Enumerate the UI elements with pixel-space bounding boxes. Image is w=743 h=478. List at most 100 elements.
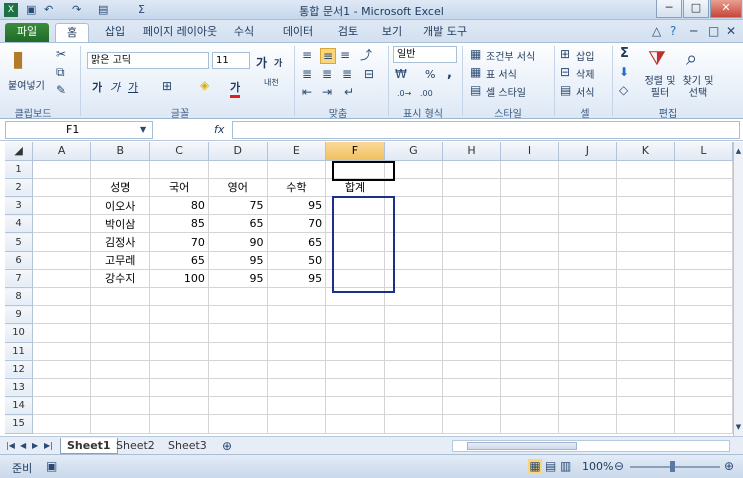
cell[interactable] (32, 232, 92, 252)
cell[interactable] (442, 196, 502, 216)
cell[interactable] (674, 160, 733, 179)
cell[interactable] (500, 378, 559, 398)
cell[interactable]: 65 (149, 251, 209, 270)
cell[interactable] (616, 287, 675, 307)
align-middle-icon[interactable]: ≡ (320, 48, 336, 64)
cell[interactable] (616, 396, 675, 416)
cell[interactable] (500, 305, 559, 325)
row-header[interactable]: 3 (5, 196, 34, 216)
cell[interactable] (267, 414, 327, 434)
row-header[interactable]: 15 (5, 414, 34, 434)
cell[interactable] (500, 160, 559, 179)
cell[interactable]: 김정사 (90, 232, 151, 252)
cell[interactable] (208, 378, 268, 398)
cell-style-icon[interactable]: ▤ (470, 83, 481, 97)
cell[interactable] (500, 396, 559, 416)
cell[interactable]: 국어 (149, 178, 209, 198)
cell[interactable] (32, 360, 92, 379)
copy-icon[interactable]: ⧉ (56, 65, 65, 79)
cell[interactable] (32, 251, 92, 270)
tab-data[interactable]: 데이터 (278, 23, 318, 42)
merge-icon[interactable]: ⊟ (364, 67, 374, 81)
cell[interactable] (442, 287, 502, 307)
cell[interactable] (558, 323, 617, 343)
cell[interactable] (558, 287, 617, 307)
next-sheet-icon[interactable]: ▶ (32, 439, 38, 453)
sort-filter-button[interactable]: 정렬 및 필터 (642, 76, 678, 100)
cell[interactable] (442, 360, 502, 379)
cell[interactable] (90, 323, 151, 343)
fill-color-icon[interactable]: ◈ (200, 78, 209, 92)
cell[interactable] (384, 305, 443, 325)
cell[interactable]: 50 (267, 251, 327, 270)
cell[interactable] (442, 342, 502, 361)
tab-review[interactable]: 검토 (328, 23, 368, 42)
tab-formulas[interactable]: 수식 (224, 23, 264, 42)
cell[interactable] (149, 396, 209, 416)
column-header-selected[interactable]: F (325, 142, 385, 161)
cell[interactable] (616, 160, 675, 179)
cell[interactable] (384, 178, 443, 198)
insert-cells-button[interactable]: 삽입 (576, 48, 594, 63)
cell[interactable] (149, 305, 209, 325)
number-format-select[interactable]: 일반 (393, 46, 457, 63)
zoom-out-icon[interactable]: ⊖ (614, 459, 624, 473)
row-header[interactable]: 1 (5, 160, 34, 179)
cell[interactable] (384, 414, 443, 434)
align-center-icon[interactable]: ≣ (322, 67, 332, 81)
cell[interactable] (616, 360, 675, 379)
cell[interactable]: 수학 (267, 178, 327, 198)
delete-cells-button[interactable]: 삭제 (576, 66, 594, 81)
cell[interactable] (442, 251, 502, 270)
cell[interactable] (149, 287, 209, 307)
cell[interactable] (90, 342, 151, 361)
table-format-button[interactable]: 표 서식 (486, 66, 517, 81)
cell[interactable] (90, 378, 151, 398)
cell[interactable] (558, 396, 617, 416)
cell[interactable] (500, 214, 559, 234)
conditional-format-button[interactable]: 조건부 서식 (486, 48, 535, 63)
column-header[interactable]: H (442, 142, 502, 161)
column-header[interactable]: E (267, 142, 327, 161)
cell[interactable] (208, 360, 268, 379)
sort-filter-icon[interactable]: ⧩ (648, 46, 666, 70)
cell[interactable] (442, 323, 502, 343)
align-left-icon[interactable]: ≣ (302, 67, 312, 81)
cell[interactable] (500, 178, 559, 198)
cell[interactable] (32, 378, 92, 398)
cell[interactable] (442, 414, 502, 434)
cell[interactable] (149, 342, 209, 361)
horizontal-scrollbar[interactable] (452, 440, 730, 452)
cell[interactable] (558, 269, 617, 289)
cell[interactable]: 박이삼 (90, 214, 151, 234)
normal-view-icon[interactable]: ▦ (528, 459, 542, 473)
cell[interactable] (32, 160, 92, 179)
orientation-icon[interactable]: ⤴ (360, 48, 372, 62)
cell[interactable]: 90 (208, 232, 268, 252)
zoom-slider[interactable] (630, 466, 720, 468)
cell[interactable] (267, 287, 327, 307)
cell[interactable] (325, 323, 385, 343)
cell[interactable] (32, 342, 92, 361)
paste-button[interactable]: 붙여넣기 (8, 77, 45, 92)
cell[interactable] (442, 378, 502, 398)
cell[interactable] (616, 378, 675, 398)
cell[interactable] (500, 414, 559, 434)
cell[interactable] (500, 323, 559, 343)
cell[interactable] (442, 269, 502, 289)
cell[interactable] (90, 160, 151, 179)
tab-home[interactable]: 홈 (55, 23, 89, 42)
cell[interactable] (208, 323, 268, 343)
grow-font-button[interactable]: 가 (256, 54, 267, 71)
cell[interactable] (384, 360, 443, 379)
format-cells-icon[interactable]: ▤ (560, 83, 571, 97)
cell[interactable]: 95 (267, 269, 327, 289)
cell[interactable] (149, 323, 209, 343)
cell[interactable] (558, 378, 617, 398)
column-header[interactable]: J (558, 142, 617, 161)
close-button[interactable]: ✕ (710, 0, 742, 18)
cell[interactable] (325, 342, 385, 361)
cell[interactable] (32, 196, 92, 216)
tab-insert[interactable]: 삽입 (95, 23, 135, 42)
column-header[interactable]: B (90, 142, 151, 161)
